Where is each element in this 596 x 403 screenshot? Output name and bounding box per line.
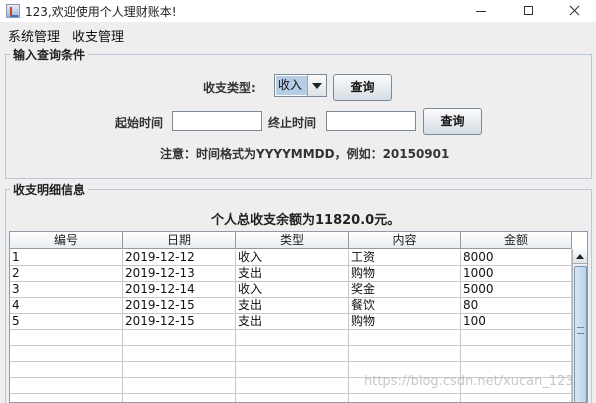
cell-id[interactable] bbox=[10, 330, 123, 346]
cell-amount[interactable]: 1000 bbox=[461, 266, 572, 282]
cell-date[interactable]: 2019-12-15 bbox=[123, 314, 236, 330]
table-row[interactable]: 4 2019-12-15 支出 餐饮 80 bbox=[10, 298, 572, 314]
chevron-down-icon[interactable] bbox=[307, 75, 326, 96]
cell-amount[interactable]: 80 bbox=[461, 298, 572, 314]
column-header-type[interactable]: 类型 bbox=[236, 232, 349, 249]
date-format-note: 注意：时间格式为YYYYMMDD，例如：20150901 bbox=[160, 147, 450, 161]
query-by-type-button[interactable]: 查询 bbox=[333, 74, 392, 101]
cell-id[interactable]: 4 bbox=[10, 298, 123, 314]
scroll-thumb[interactable] bbox=[574, 266, 587, 402]
minimize-button[interactable] bbox=[459, 0, 505, 22]
cell-date[interactable] bbox=[123, 378, 236, 394]
cell-date[interactable]: 2019-12-15 bbox=[123, 298, 236, 314]
table-row[interactable] bbox=[10, 394, 572, 402]
cell-type[interactable]: 支出 bbox=[236, 298, 349, 314]
type-selected-value: 收入 bbox=[276, 76, 309, 95]
close-button[interactable] bbox=[552, 0, 596, 22]
cell-id[interactable]: 5 bbox=[10, 314, 123, 330]
cell-date[interactable] bbox=[123, 394, 236, 402]
menu-bar: 系统管理 收支管理 bbox=[0, 22, 596, 45]
type-label: 收支类型: bbox=[203, 81, 256, 95]
maximize-button[interactable] bbox=[506, 0, 552, 22]
query-panel-title: 输入查询条件 bbox=[10, 46, 89, 63]
cell-amount[interactable] bbox=[461, 330, 572, 346]
table-row[interactable] bbox=[10, 330, 572, 346]
cell-amount[interactable]: 8000 bbox=[461, 250, 572, 266]
cell-date[interactable]: 2019-12-13 bbox=[123, 266, 236, 282]
cell-id[interactable] bbox=[10, 378, 123, 394]
cell-type[interactable]: 收入 bbox=[236, 282, 349, 298]
cell-type[interactable] bbox=[236, 362, 349, 378]
cell-amount[interactable] bbox=[461, 394, 572, 402]
cell-content[interactable]: 奖金 bbox=[349, 282, 461, 298]
cell-type[interactable] bbox=[236, 394, 349, 402]
java-app-icon bbox=[6, 4, 20, 18]
column-header-amount[interactable]: 金额 bbox=[461, 232, 572, 249]
cell-type[interactable]: 支出 bbox=[236, 266, 349, 282]
cell-type[interactable] bbox=[236, 346, 349, 362]
table-row[interactable]: 2 2019-12-13 支出 购物 1000 bbox=[10, 266, 572, 282]
start-time-field[interactable] bbox=[172, 111, 262, 131]
cell-id[interactable] bbox=[10, 362, 123, 378]
watermark: https://blog.csdn.net/xucan_123 bbox=[364, 374, 574, 389]
cell-id[interactable]: 1 bbox=[10, 250, 123, 266]
column-header-content[interactable]: 内容 bbox=[349, 232, 461, 249]
table-row[interactable]: 1 2019-12-12 收入 工资 8000 bbox=[10, 250, 572, 266]
menu-system-management[interactable]: 系统管理 bbox=[8, 26, 60, 45]
cell-content[interactable]: 购物 bbox=[349, 266, 461, 282]
end-time-field[interactable] bbox=[326, 111, 416, 131]
balance-summary: 个人总收支余额为11820.0元。 bbox=[211, 213, 401, 228]
cell-id[interactable] bbox=[10, 394, 123, 402]
cell-id[interactable]: 3 bbox=[10, 282, 123, 298]
cell-content[interactable]: 购物 bbox=[349, 314, 461, 330]
query-by-date-button[interactable]: 查询 bbox=[423, 108, 482, 135]
cell-amount[interactable]: 5000 bbox=[461, 282, 572, 298]
cell-content[interactable] bbox=[349, 346, 461, 362]
cell-content[interactable]: 餐饮 bbox=[349, 298, 461, 314]
cell-date[interactable] bbox=[123, 362, 236, 378]
cell-date[interactable] bbox=[123, 330, 236, 346]
cell-amount[interactable] bbox=[461, 346, 572, 362]
table-row[interactable]: 5 2019-12-15 支出 购物 100 bbox=[10, 314, 572, 330]
menu-income-expense-management[interactable]: 收支管理 bbox=[72, 26, 124, 45]
type-combobox[interactable]: 收入 bbox=[274, 74, 327, 97]
cell-id[interactable] bbox=[10, 346, 123, 362]
cell-date[interactable]: 2019-12-14 bbox=[123, 282, 236, 298]
window-title: 123,欢迎使用个人理财账本! bbox=[25, 5, 177, 19]
cell-type[interactable]: 支出 bbox=[236, 314, 349, 330]
cell-date[interactable]: 2019-12-12 bbox=[123, 250, 236, 266]
cell-type[interactable]: 收入 bbox=[236, 250, 349, 266]
cell-content[interactable] bbox=[349, 394, 461, 402]
cell-amount[interactable]: 100 bbox=[461, 314, 572, 330]
title-bar: 123,欢迎使用个人理财账本! bbox=[0, 0, 596, 22]
cell-id[interactable]: 2 bbox=[10, 266, 123, 282]
start-time-label: 起始时间 bbox=[115, 116, 164, 130]
column-header-id[interactable]: 编号 bbox=[10, 232, 123, 249]
cell-date[interactable] bbox=[123, 346, 236, 362]
cell-type[interactable] bbox=[236, 378, 349, 394]
detail-panel-title: 收支明细信息 bbox=[10, 181, 89, 198]
table-row[interactable]: 3 2019-12-14 收入 奖金 5000 bbox=[10, 282, 572, 298]
scroll-up-arrow-icon[interactable] bbox=[573, 249, 587, 264]
vertical-scrollbar[interactable] bbox=[572, 249, 587, 402]
column-header-date[interactable]: 日期 bbox=[123, 232, 236, 249]
table-row[interactable] bbox=[10, 346, 572, 362]
table-header: 编号 日期 类型 内容 金额 bbox=[10, 232, 572, 249]
end-time-label: 终止时间 bbox=[268, 116, 317, 130]
cell-content[interactable] bbox=[349, 330, 461, 346]
cell-content[interactable]: 工资 bbox=[349, 250, 461, 266]
cell-type[interactable] bbox=[236, 330, 349, 346]
